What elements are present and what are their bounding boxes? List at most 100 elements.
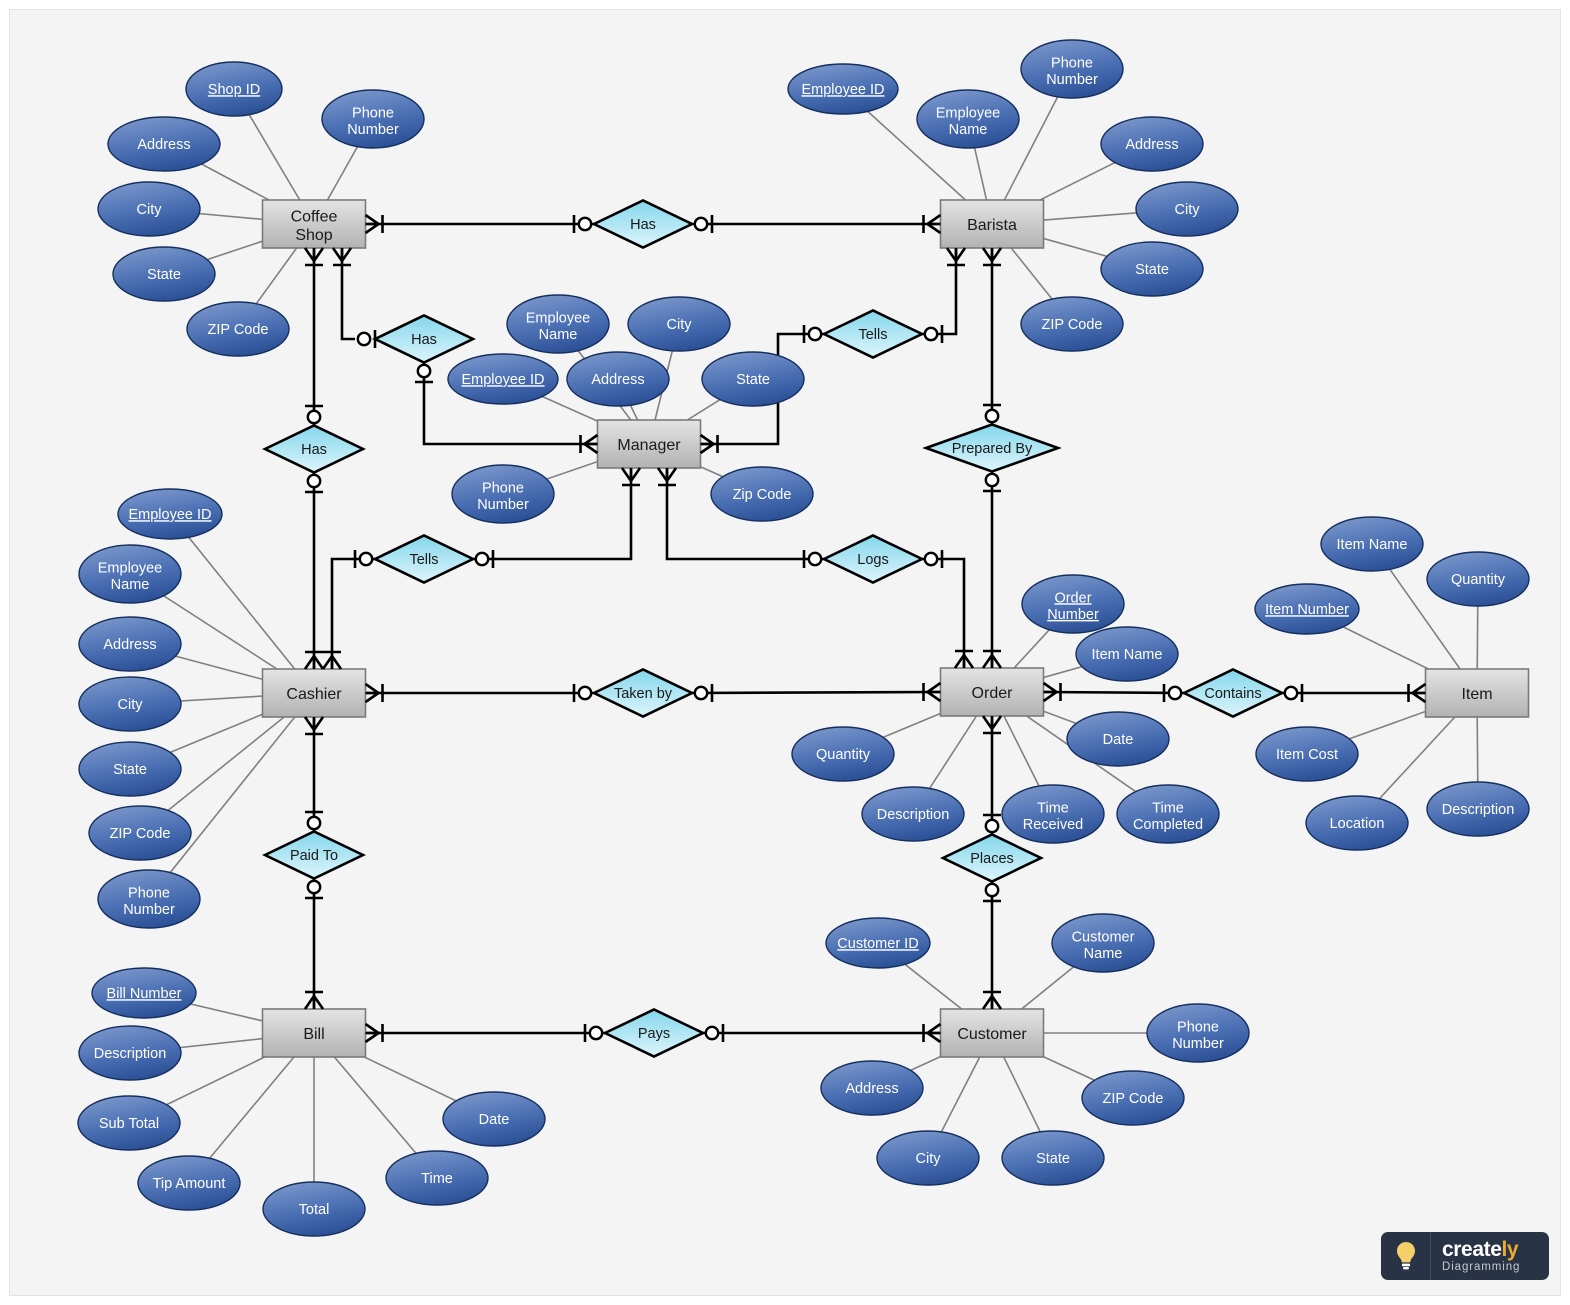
attribute-bill-6[interactable]: Date (442, 1091, 546, 1147)
attribute-customer-0[interactable]: Customer ID (825, 917, 931, 969)
attribute-label: Time (421, 1171, 453, 1187)
entity-label: Bill (303, 1026, 324, 1043)
relationship-prepared_by[interactable]: Prepared By (922, 423, 1062, 473)
attribute-cashier-1[interactable]: Employee Name (78, 544, 182, 604)
attribute-customer-1[interactable]: Customer Name (1051, 913, 1155, 973)
attribute-label: Quantity (816, 747, 871, 763)
attribute-coffee_shop-4[interactable]: State (112, 246, 216, 302)
attribute-coffee_shop-5[interactable]: ZIP Code (186, 301, 290, 357)
attribute-label: Sub Total (99, 1116, 159, 1132)
attribute-label: ZIP Code (1103, 1091, 1164, 1107)
relationship-paid_to[interactable]: Paid To (261, 830, 367, 880)
entity-item[interactable]: Item (1424, 668, 1530, 718)
attribute-label: Phone Number (347, 105, 399, 138)
relationship-has_shop_cashier[interactable]: Has (261, 424, 367, 474)
entity-order[interactable]: Order (939, 667, 1045, 717)
entity-cashier[interactable]: Cashier (261, 668, 367, 718)
attribute-coffee_shop-3[interactable]: City (97, 181, 201, 237)
attribute-item-5[interactable]: Description (1426, 781, 1530, 837)
attribute-order-0[interactable]: Order Number (1021, 574, 1125, 634)
attribute-manager-0[interactable]: Employee Name (506, 294, 610, 354)
attribute-barista-2[interactable]: Phone Number (1020, 39, 1124, 99)
attribute-order-6[interactable]: Time Completed (1116, 784, 1220, 844)
attribute-manager-4[interactable]: State (701, 351, 805, 407)
relationship-contains[interactable]: Contains (1180, 668, 1286, 718)
entity-customer[interactable]: Customer (939, 1008, 1045, 1058)
attribute-label: Phone Number (477, 480, 529, 513)
attribute-order-2[interactable]: Quantity (791, 726, 895, 782)
relationship-taken_by[interactable]: Taken by (590, 668, 696, 718)
attribute-barista-4[interactable]: City (1135, 181, 1239, 237)
attribute-bill-1[interactable]: Description (78, 1025, 182, 1081)
attribute-cashier-3[interactable]: City (78, 676, 182, 732)
attribute-label: Location (1330, 816, 1385, 832)
attribute-manager-6[interactable]: Zip Code (710, 466, 814, 522)
attribute-order-5[interactable]: Time Received (1001, 784, 1105, 844)
attribute-label: Date (1103, 732, 1134, 748)
attribute-label: Quantity (1451, 572, 1506, 588)
attribute-barista-6[interactable]: ZIP Code (1020, 296, 1124, 352)
entity-label: Manager (617, 437, 681, 454)
attribute-manager-1[interactable]: City (627, 296, 731, 352)
relationship-has_shop_manager[interactable]: Has (371, 314, 477, 364)
diagram-page: Has Has Tells Has Prepared By Tells Logs Taken … (0, 0, 1570, 1305)
entity-manager[interactable]: Manager (596, 419, 702, 469)
attribute-label: Address (103, 637, 156, 653)
attribute-barista-0[interactable]: Employee ID (787, 63, 899, 115)
attribute-coffee_shop-2[interactable]: Address (107, 116, 221, 172)
entity-bill[interactable]: Bill (261, 1008, 367, 1058)
relationship-logs[interactable]: Logs (820, 534, 926, 584)
attribute-manager-2[interactable]: Employee ID (447, 353, 559, 405)
attribute-customer-5[interactable]: City (876, 1130, 980, 1186)
entity-label: Barista (967, 217, 1017, 234)
relationship-pays[interactable]: Pays (601, 1008, 707, 1058)
attribute-label: Phone Number (123, 885, 175, 918)
attribute-label: Zip Code (733, 487, 792, 503)
entity-label: Order (972, 685, 1014, 702)
attribute-manager-3[interactable]: Address (566, 351, 670, 407)
lightbulb-glyph (1396, 1242, 1415, 1270)
relationship-places[interactable]: Places (939, 833, 1045, 883)
relationship-label: Paid To (290, 848, 338, 864)
attribute-customer-3[interactable]: Address (820, 1060, 924, 1116)
attribute-item-1[interactable]: Quantity (1426, 551, 1530, 607)
attribute-cashier-2[interactable]: Address (78, 616, 182, 672)
attribute-item-2[interactable]: Item Number (1254, 583, 1360, 635)
attribute-barista-5[interactable]: State (1100, 241, 1204, 297)
relationship-tells_mgr_cashier[interactable]: Tells (371, 534, 477, 584)
attribute-customer-4[interactable]: ZIP Code (1081, 1070, 1185, 1126)
entity-barista[interactable]: Barista (939, 199, 1045, 249)
attribute-order-3[interactable]: Description (861, 786, 965, 842)
attribute-bill-2[interactable]: Sub Total (77, 1095, 181, 1151)
relationship-label: Pays (638, 1026, 670, 1042)
attribute-cashier-5[interactable]: ZIP Code (88, 805, 192, 861)
attribute-bill-0[interactable]: Bill Number (91, 967, 197, 1019)
attribute-label: Address (1125, 137, 1178, 153)
attribute-barista-1[interactable]: Employee Name (916, 89, 1020, 149)
attribute-item-0[interactable]: Item Name (1320, 516, 1424, 572)
attribute-bill-3[interactable]: Tip Amount (137, 1155, 241, 1211)
attribute-label: Item Number (1265, 602, 1349, 618)
entity-coffee_shop[interactable]: Coffee Shop (261, 199, 367, 249)
attribute-item-4[interactable]: Location (1305, 795, 1409, 851)
attribute-order-4[interactable]: Date (1066, 711, 1170, 767)
attribute-order-1[interactable]: Item Name (1075, 626, 1179, 682)
attribute-coffee_shop-1[interactable]: Phone Number (321, 89, 425, 149)
attribute-barista-3[interactable]: Address (1100, 116, 1204, 172)
attribute-label: Item Cost (1276, 747, 1338, 763)
attribute-coffee_shop-0[interactable]: Shop ID (185, 61, 283, 117)
attribute-label: Date (479, 1112, 510, 1128)
attribute-bill-5[interactable]: Time (385, 1150, 489, 1206)
attribute-manager-5[interactable]: Phone Number (451, 464, 555, 524)
attribute-label: Phone Number (1172, 1019, 1224, 1052)
attribute-label: Employee ID (128, 507, 211, 523)
attribute-customer-6[interactable]: State (1001, 1130, 1105, 1186)
relationship-tells_mgr_barista[interactable]: Tells (820, 309, 926, 359)
attribute-bill-4[interactable]: Total (262, 1181, 366, 1237)
attribute-cashier-0[interactable]: Employee ID (117, 488, 223, 540)
relationship-has_shop_barista[interactable]: Has (590, 199, 696, 249)
attribute-cashier-4[interactable]: State (78, 741, 182, 797)
attribute-item-3[interactable]: Item Cost (1255, 726, 1359, 782)
attribute-customer-2[interactable]: Phone Number (1146, 1003, 1250, 1063)
attribute-cashier-6[interactable]: Phone Number (97, 869, 201, 929)
